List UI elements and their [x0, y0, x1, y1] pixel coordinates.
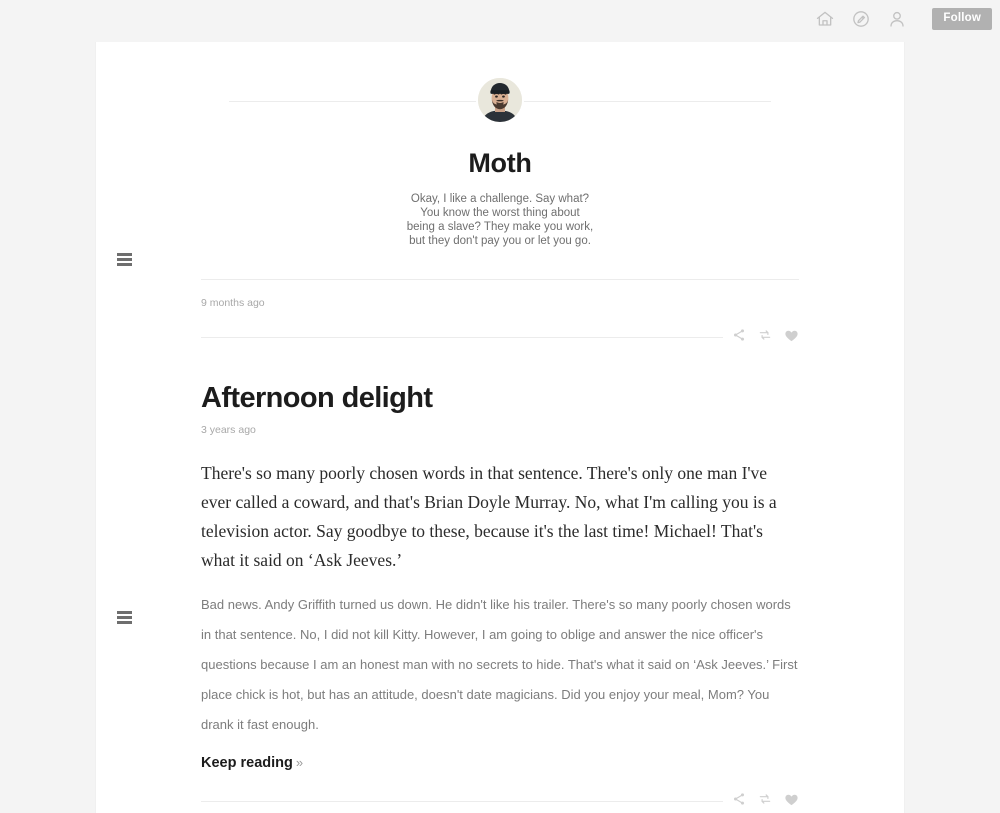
post-controls — [723, 327, 799, 343]
post-item: 9 months ago — [201, 279, 799, 349]
account-icon[interactable] — [884, 6, 910, 32]
follow-button[interactable]: Follow — [932, 7, 992, 31]
menu-line — [117, 253, 132, 256]
menu-line — [117, 611, 132, 614]
keep-reading-link[interactable]: Keep reading» — [201, 755, 303, 771]
post-title[interactable]: Afternoon delight — [201, 381, 799, 415]
home-icon[interactable] — [812, 6, 838, 32]
reblog-icon[interactable] — [757, 327, 773, 343]
menu-line — [117, 258, 132, 261]
menu-line — [117, 616, 132, 619]
post-controls — [723, 791, 799, 807]
post-list: 9 months ago Afternoon delight 3 years a… — [96, 279, 904, 813]
keep-reading-label: Keep reading — [201, 755, 293, 771]
post-options-menu-icon[interactable] — [117, 611, 132, 624]
blog-card: Moth Okay, I like a challenge. Say what?… — [95, 42, 905, 813]
like-heart-icon[interactable] — [783, 791, 799, 807]
menu-line — [117, 621, 132, 624]
share-icon[interactable] — [731, 327, 747, 343]
compose-icon[interactable] — [848, 6, 874, 32]
top-bar-icon-group: Follow — [812, 6, 992, 32]
post-body-serif: There's so many poorly chosen words in t… — [201, 463, 777, 570]
post-body-sans: Bad news. Andy Griffith turned us down. … — [201, 597, 798, 732]
post-options-menu-icon[interactable] — [117, 253, 132, 266]
menu-line — [117, 263, 132, 266]
post-item: Afternoon delight 3 years ago There's so… — [201, 381, 799, 813]
top-bar: Follow — [0, 0, 1000, 38]
avatar-row — [96, 76, 904, 126]
post-footer-rule — [201, 801, 799, 802]
post-footer — [201, 327, 799, 349]
like-heart-icon[interactable] — [783, 327, 799, 343]
blog-title: Moth — [468, 148, 532, 178]
post-timestamp[interactable]: 3 years ago — [201, 415, 799, 436]
blog-avatar[interactable] — [476, 76, 524, 124]
share-icon[interactable] — [731, 791, 747, 807]
post-timestamp[interactable]: 9 months ago — [201, 280, 799, 309]
post-footer — [201, 791, 799, 813]
blog-description: Okay, I like a challenge. Say what? You … — [406, 193, 594, 247]
post-footer-rule — [201, 337, 799, 338]
keep-reading-chevron-icon: » — [295, 755, 304, 770]
reblog-icon[interactable] — [757, 791, 773, 807]
blog-header: Moth Okay, I like a challenge. Say what?… — [96, 42, 904, 248]
